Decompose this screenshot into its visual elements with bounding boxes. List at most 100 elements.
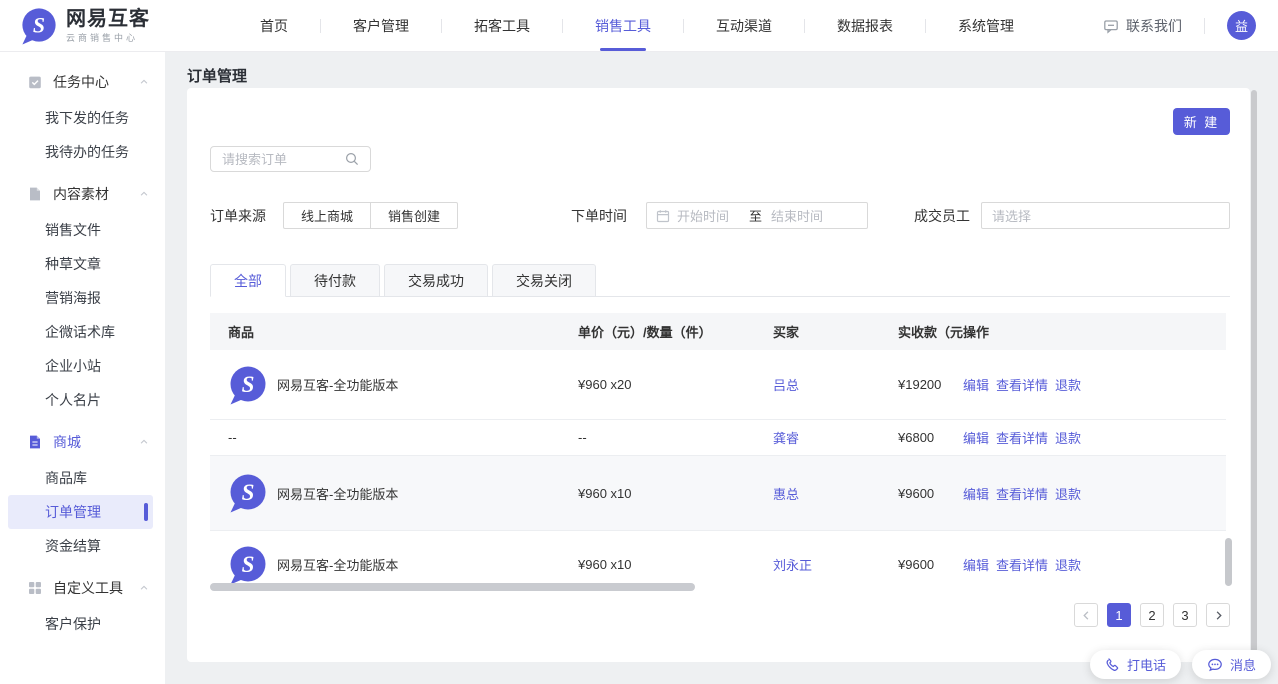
nav-item-3[interactable]: 拓客工具	[442, 0, 562, 51]
sidebar-section-label: 任务中心	[53, 72, 109, 92]
action-查看详情[interactable]: 查看详情	[996, 555, 1048, 574]
action-退款[interactable]: 退款	[1055, 484, 1081, 503]
action-退款[interactable]: 退款	[1055, 375, 1081, 394]
action-编辑[interactable]: 编辑	[963, 484, 989, 503]
action-查看详情[interactable]: 查看详情	[996, 375, 1048, 394]
product-cell: --	[210, 430, 560, 445]
action-编辑[interactable]: 编辑	[963, 375, 989, 394]
horizontal-scrollbar[interactable]	[210, 583, 695, 591]
column-header-1: 商品	[210, 322, 560, 341]
nav-item-5[interactable]: 互动渠道	[684, 0, 804, 51]
source-option-销售创建[interactable]: 销售创建	[371, 202, 458, 229]
action-编辑[interactable]: 编辑	[963, 428, 989, 447]
table-row: S网易互客-全功能版本¥960 x20吕总¥19200编辑查看详情退款	[210, 350, 1226, 420]
price-quantity-cell: ¥960 x10	[560, 486, 755, 501]
action-查看详情[interactable]: 查看详情	[996, 484, 1048, 503]
date-range-picker[interactable]: 开始时间 至 结束时间	[646, 202, 868, 229]
tab-待付款[interactable]: 待付款	[290, 264, 380, 297]
grid-icon	[27, 580, 43, 596]
call-button-label: 打电话	[1127, 655, 1166, 674]
start-date-placeholder: 开始时间	[677, 206, 749, 225]
nav-item-4[interactable]: 销售工具	[563, 0, 683, 51]
tab-全部[interactable]: 全部	[210, 264, 286, 297]
sidebar-item-企微话术库[interactable]: 企微话术库	[0, 315, 165, 349]
staff-select-placeholder: 请选择	[992, 206, 1031, 225]
sidebar-section-label: 自定义工具	[53, 578, 123, 598]
sidebar-item-个人名片[interactable]: 个人名片	[0, 383, 165, 417]
tab-交易关闭[interactable]: 交易关闭	[492, 264, 596, 297]
source-option-线上商城[interactable]: 线上商城	[283, 202, 371, 229]
buyer-cell: 刘永正	[755, 555, 898, 574]
action-查看详情[interactable]: 查看详情	[996, 428, 1048, 447]
pagination-prev-button[interactable]	[1074, 603, 1098, 627]
order-source-label: 订单来源	[210, 206, 266, 226]
call-button[interactable]: 打电话	[1090, 650, 1181, 679]
sidebar-item-商品库[interactable]: 商品库	[0, 461, 165, 495]
sidebar-section-label: 商城	[53, 432, 81, 452]
sidebar-item-我下发的任务[interactable]: 我下发的任务	[0, 101, 165, 135]
brand[interactable]: S 网易互客 云商销售中心	[0, 7, 190, 45]
pagination-page-3[interactable]: 3	[1173, 603, 1197, 627]
nav-item-1[interactable]: 首页	[228, 0, 320, 51]
sidebar-section-商城[interactable]: 商城	[0, 422, 165, 461]
pagination-next-button[interactable]	[1206, 603, 1230, 627]
tab-交易成功[interactable]: 交易成功	[384, 264, 488, 297]
sidebar-section: 商城商品库订单管理资金结算	[0, 422, 165, 563]
nav-item-6[interactable]: 数据报表	[805, 0, 925, 51]
chat-bubble-icon	[1103, 18, 1119, 34]
brand-name: 网易互客	[66, 8, 150, 30]
task-icon	[27, 74, 43, 90]
pagination-page-2[interactable]: 2	[1140, 603, 1164, 627]
sidebar-item-客户保护[interactable]: 客户保护	[0, 607, 165, 641]
amount-cell: ¥6800	[898, 430, 963, 445]
sidebar-item-企业小站[interactable]: 企业小站	[0, 349, 165, 383]
buyer-link[interactable]: 龚睿	[773, 431, 799, 446]
amount-cell: ¥9600	[898, 486, 963, 501]
sidebar-item-资金结算[interactable]: 资金结算	[0, 529, 165, 563]
buyer-link[interactable]: 吕总	[773, 378, 799, 393]
new-order-button[interactable]: 新 建	[1173, 108, 1230, 135]
column-header-3: 买家	[755, 322, 898, 341]
buyer-link[interactable]: 惠总	[773, 487, 799, 502]
search-icon[interactable]	[345, 152, 359, 166]
sidebar-item-销售文件[interactable]: 销售文件	[0, 213, 165, 247]
nav-item-2[interactable]: 客户管理	[321, 0, 441, 51]
action-退款[interactable]: 退款	[1055, 555, 1081, 574]
brand-subtitle: 云商销售中心	[66, 31, 150, 44]
buyer-cell: 吕总	[755, 375, 898, 394]
amount-cell: ¥9600	[898, 557, 963, 572]
sidebar-item-订单管理[interactable]: 订单管理	[8, 495, 153, 529]
sidebar-section: 自定义工具客户保护	[0, 568, 165, 641]
buyer-cell: 龚睿	[755, 428, 898, 447]
buyer-link[interactable]: 刘永正	[773, 558, 812, 573]
order-source-toggle: 线上商城销售创建	[283, 202, 458, 229]
svg-text:S: S	[33, 13, 45, 37]
action-编辑[interactable]: 编辑	[963, 555, 989, 574]
vertical-scrollbar-thumb[interactable]	[1225, 538, 1232, 586]
filter-row: 订单来源 线上商城销售创建 下单时间 开始时间 至 结束时间 成交员工 请选择	[210, 202, 1230, 229]
sidebar-section-任务中心[interactable]: 任务中心	[0, 62, 165, 101]
message-button[interactable]: 消息	[1192, 650, 1271, 679]
avatar[interactable]: 益	[1227, 11, 1256, 40]
price-quantity-cell: ¥960 x10	[560, 557, 755, 572]
price-quantity-cell: ¥960 x20	[560, 377, 755, 392]
page-scrollbar[interactable]	[1251, 90, 1257, 656]
sidebar: 任务中心我下发的任务我待办的任务内容素材销售文件种草文章营销海报企微话术库企业小…	[0, 52, 165, 684]
order-search-input[interactable]	[222, 152, 345, 167]
sidebar-section-自定义工具[interactable]: 自定义工具	[0, 568, 165, 607]
staff-select[interactable]: 请选择	[981, 202, 1230, 229]
main-area: 订单管理 新 建 订单来源 线上商城销售创建 下单时间 开始时间 至 结束时间 …	[165, 52, 1278, 684]
table-row: S网易互客-全功能版本¥960 x10刘永正¥9600编辑查看详情退款	[210, 531, 1226, 585]
chevron-up-icon	[139, 583, 149, 593]
order-search-box	[210, 146, 371, 172]
action-退款[interactable]: 退款	[1055, 428, 1081, 447]
sidebar-item-种草文章[interactable]: 种草文章	[0, 247, 165, 281]
sidebar-item-我待办的任务[interactable]: 我待办的任务	[0, 135, 165, 169]
sidebar-section-内容素材[interactable]: 内容素材	[0, 174, 165, 213]
header-divider	[1204, 18, 1205, 34]
sidebar-item-营销海报[interactable]: 营销海报	[0, 281, 165, 315]
contact-us-button[interactable]: 联系我们	[1103, 16, 1182, 36]
product-name: 网易互客-全功能版本	[277, 484, 398, 503]
nav-item-7[interactable]: 系统管理	[926, 0, 1046, 51]
pagination-page-1[interactable]: 1	[1107, 603, 1131, 627]
